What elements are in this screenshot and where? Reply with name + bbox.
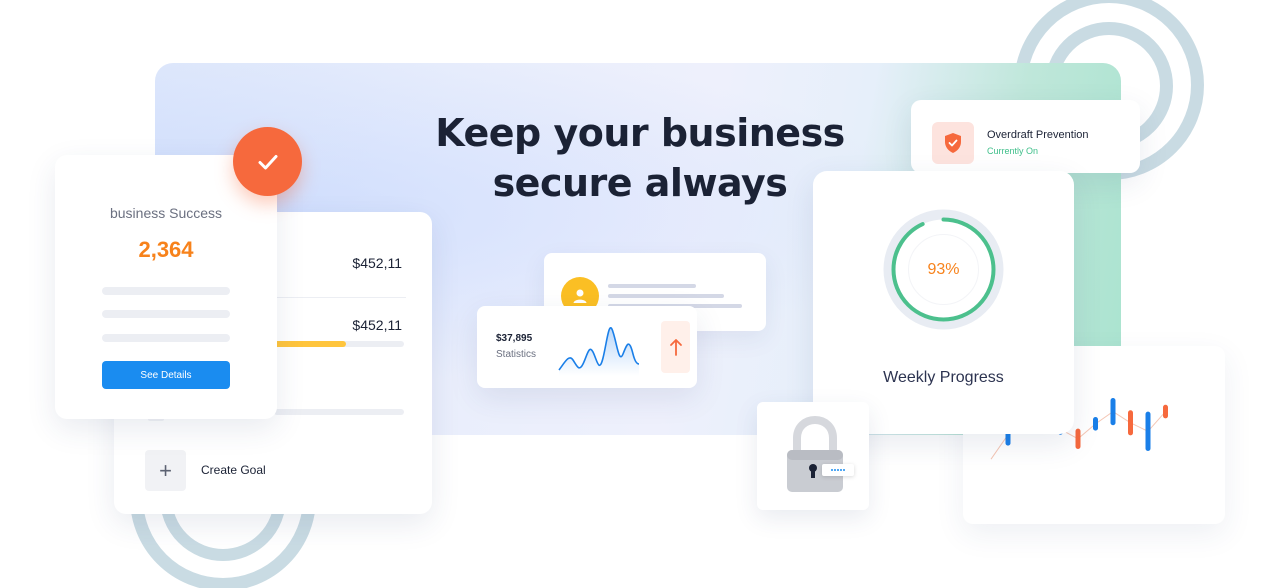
placeholder-line	[608, 294, 724, 298]
placeholder-line	[102, 287, 230, 295]
candle-6	[1093, 417, 1098, 431]
arrow-up-icon	[661, 321, 690, 373]
placeholder-line	[608, 284, 696, 288]
weekly-progress-ring: 93%	[875, 201, 1012, 338]
overdraft-status: Currently On	[987, 146, 1039, 156]
weekly-progress-card: 93% Weekly Progress	[813, 171, 1074, 434]
transaction-amount: $452,11	[352, 255, 402, 271]
statistics-label: Statistics	[496, 349, 537, 360]
candle-10	[1163, 404, 1168, 419]
business-success-card: business Success 2,364 See Details	[55, 155, 277, 419]
candle-9	[1145, 411, 1151, 452]
shield-check-icon	[932, 122, 974, 164]
lock-card	[757, 402, 869, 510]
sparkline-chart	[558, 327, 640, 376]
candle-5	[1075, 428, 1081, 449]
placeholder-line	[102, 310, 230, 318]
statistics-card: $37,895 Statistics	[477, 306, 697, 388]
weekly-progress-percent: 93%	[927, 260, 960, 278]
check-icon	[233, 127, 302, 196]
weekly-progress-label: Weekly Progress	[883, 369, 1004, 386]
headline-line-2: secure always	[492, 161, 788, 205]
password-field-icon	[822, 464, 854, 476]
create-goal-label[interactable]: Create Goal	[201, 463, 266, 477]
headline-line-1: Keep your business	[435, 111, 845, 155]
overdraft-title: Overdraft Prevention	[987, 129, 1089, 141]
see-details-button[interactable]: See Details	[102, 361, 230, 389]
hero-headline: Keep your business secure always	[420, 108, 860, 208]
overdraft-card: Overdraft Prevention Currently On	[911, 100, 1140, 173]
statistics-value: $37,895	[496, 333, 533, 344]
candle-7	[1110, 398, 1116, 426]
create-goal-button[interactable]: +	[145, 450, 186, 491]
candle-8	[1128, 410, 1133, 436]
padlock-icon	[787, 416, 843, 492]
placeholder-line	[274, 409, 404, 415]
transaction-amount: $452,11	[352, 317, 402, 333]
transaction-progress-fill	[274, 341, 346, 347]
plus-icon: +	[159, 457, 172, 483]
placeholder-line	[102, 334, 230, 342]
success-title: business Success	[109, 205, 223, 221]
transaction-progress-bar	[274, 341, 404, 347]
success-value: 2,364	[138, 237, 194, 262]
